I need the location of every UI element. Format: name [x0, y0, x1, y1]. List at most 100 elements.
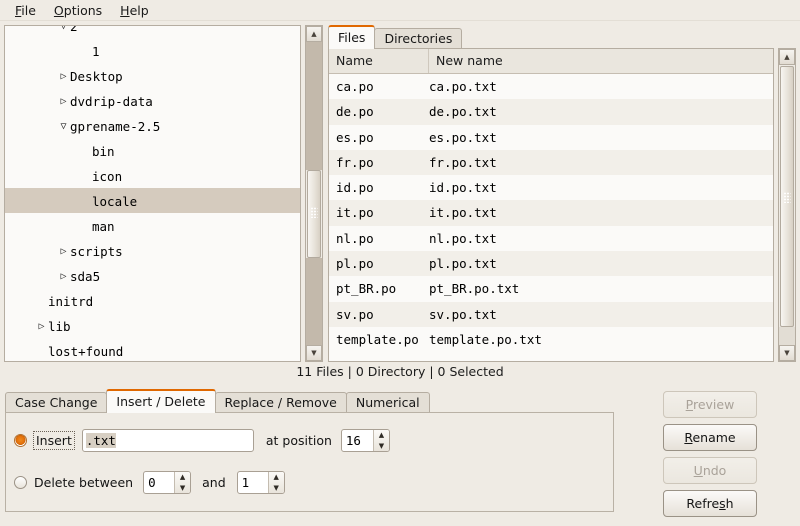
- column-header-name[interactable]: Name: [329, 49, 429, 73]
- insert-row: Insert .txt at position 16 ▲ ▼: [14, 429, 390, 452]
- cell-name: fr.po: [329, 150, 429, 175]
- tree-item-initrd[interactable]: initrd: [5, 288, 300, 313]
- table-row[interactable]: pl.popl.po.txt: [329, 251, 773, 276]
- delete-from-spinner[interactable]: 0 ▲ ▼: [143, 471, 191, 494]
- scrollbar-track-lower[interactable]: [306, 258, 322, 345]
- table-row[interactable]: id.poid.po.txt: [329, 175, 773, 200]
- table-row[interactable]: de.pode.po.txt: [329, 99, 773, 124]
- spinner-up-arrow-icon[interactable]: ▲: [374, 430, 389, 441]
- column-header-new-name[interactable]: New name: [429, 49, 773, 73]
- table-row[interactable]: nl.ponl.po.txt: [329, 226, 773, 251]
- table-row[interactable]: sv.posv.po.txt: [329, 302, 773, 327]
- tree-item-icon[interactable]: icon: [5, 163, 300, 188]
- cell-new-name: it.po.txt: [429, 200, 773, 225]
- rename-button[interactable]: Rename: [663, 424, 757, 451]
- table-row[interactable]: pt_BR.popt_BR.po.txt: [329, 276, 773, 301]
- table-row[interactable]: it.poit.po.txt: [329, 200, 773, 225]
- scrollbar-thumb[interactable]: [307, 170, 321, 258]
- delete-to-spinner[interactable]: 1 ▲ ▼: [237, 471, 285, 494]
- insert-text-input[interactable]: .txt: [82, 429, 254, 452]
- triangle-right-icon[interactable]: ▷: [57, 64, 70, 89]
- position-spinner[interactable]: 16 ▲ ▼: [341, 429, 390, 452]
- delete-from-value[interactable]: 0: [144, 472, 174, 493]
- spinner-down-arrow-icon[interactable]: ▼: [374, 441, 389, 452]
- triangle-down-icon[interactable]: ▽: [57, 25, 70, 39]
- tree-item-label: Desktop: [70, 69, 123, 84]
- table-row[interactable]: template.potemplate.po.txt: [329, 327, 773, 352]
- position-spinner-value[interactable]: 16: [342, 430, 373, 451]
- tab-replace-remove[interactable]: Replace / Remove: [215, 392, 347, 413]
- tab-case-change[interactable]: Case Change: [5, 392, 107, 413]
- tree-item-lib[interactable]: ▷lib: [5, 313, 300, 338]
- tree-item-label: 2: [70, 25, 78, 34]
- delete-row: Delete between 0 ▲ ▼ and 1 ▲ ▼: [14, 471, 285, 494]
- insert-delete-form: Insert .txt at position 16 ▲ ▼ Delete be…: [5, 412, 614, 512]
- triangle-right-icon[interactable]: ▷: [35, 314, 48, 339]
- triangle-right-icon[interactable]: ▷: [57, 89, 70, 114]
- tree-item-dvdrip-data[interactable]: ▷dvdrip-data: [5, 88, 300, 113]
- insert-radio[interactable]: [14, 434, 27, 447]
- delete-from-spinner-buttons[interactable]: ▲ ▼: [174, 472, 190, 493]
- delete-radio[interactable]: [14, 476, 27, 489]
- spinner-up-arrow-icon[interactable]: ▲: [269, 472, 284, 483]
- tree-item-scripts[interactable]: ▷scripts: [5, 238, 300, 263]
- directory-tree-scrollbar[interactable]: ▲ ▼: [305, 25, 323, 362]
- tree-item-label: scripts: [70, 244, 123, 259]
- scrollbar-track-lower[interactable]: [779, 327, 795, 345]
- delete-to-value[interactable]: 1: [238, 472, 268, 493]
- scrollbar-thumb[interactable]: [780, 66, 794, 327]
- tree-item-label: lost+found: [48, 344, 123, 359]
- tree-item-gprename-2-5[interactable]: ▽gprename-2.5: [5, 113, 300, 138]
- menu-bar: File Options Help: [0, 0, 800, 21]
- spinner-down-arrow-icon[interactable]: ▼: [269, 483, 284, 494]
- at-position-label: at position: [266, 433, 332, 448]
- table-row[interactable]: es.poes.po.txt: [329, 125, 773, 150]
- cell-name: pl.po: [329, 251, 429, 276]
- delete-radio-label[interactable]: Delete between: [34, 475, 133, 490]
- spinner-up-arrow-icon[interactable]: ▲: [175, 472, 190, 483]
- tab-insert-delete[interactable]: Insert / Delete: [106, 389, 215, 413]
- tree-item-locale[interactable]: locale: [5, 188, 300, 213]
- file-list-scrollbar[interactable]: ▲ ▼: [778, 48, 796, 362]
- tree-item-label: icon: [92, 169, 122, 184]
- file-list[interactable]: Name New name ca.poca.po.txtde.pode.po.t…: [328, 48, 774, 362]
- menu-item-options[interactable]: Options: [45, 1, 111, 20]
- menu-item-help[interactable]: Help: [111, 1, 158, 20]
- triangle-right-icon[interactable]: ▷: [57, 239, 70, 264]
- scroll-down-arrow-icon[interactable]: ▼: [306, 345, 322, 361]
- menu-item-file[interactable]: File: [6, 1, 45, 20]
- undo-button: Undo: [663, 457, 757, 484]
- scroll-up-arrow-icon[interactable]: ▲: [779, 49, 795, 65]
- tree-item-sda5[interactable]: ▷sda5: [5, 263, 300, 288]
- tree-item-man[interactable]: man: [5, 213, 300, 238]
- tree-item-label: initrd: [48, 294, 93, 309]
- tree-item-bin[interactable]: bin: [5, 138, 300, 163]
- directory-tree-pane: ▽21▷Desktop▷dvdrip-data▽gprename-2.5bini…: [4, 25, 323, 362]
- scroll-up-arrow-icon[interactable]: ▲: [306, 26, 322, 42]
- tree-item-label: lib: [48, 319, 71, 334]
- tab-directories[interactable]: Directories: [374, 28, 462, 49]
- scroll-down-arrow-icon[interactable]: ▼: [779, 345, 795, 361]
- position-spinner-buttons[interactable]: ▲ ▼: [373, 430, 389, 451]
- scrollbar-track-upper[interactable]: [306, 42, 322, 170]
- tree-item-1[interactable]: 1: [5, 38, 300, 63]
- delete-to-spinner-buttons[interactable]: ▲ ▼: [268, 472, 284, 493]
- table-row[interactable]: ca.poca.po.txt: [329, 74, 773, 99]
- directory-tree[interactable]: ▽21▷Desktop▷dvdrip-data▽gprename-2.5bini…: [4, 25, 301, 362]
- triangle-right-icon[interactable]: ▷: [57, 264, 70, 289]
- tree-item-desktop[interactable]: ▷Desktop: [5, 63, 300, 88]
- tab-files[interactable]: Files: [328, 25, 375, 49]
- tree-item-2[interactable]: ▽2: [5, 25, 300, 38]
- spinner-down-arrow-icon[interactable]: ▼: [175, 483, 190, 494]
- tree-item-label: 1: [92, 44, 100, 59]
- triangle-down-icon[interactable]: ▽: [57, 114, 70, 139]
- insert-radio-label[interactable]: Insert: [34, 432, 74, 449]
- tree-item-lost-found[interactable]: lost+found: [5, 338, 300, 362]
- cell-name: es.po: [329, 125, 429, 150]
- table-row[interactable]: fr.pofr.po.txt: [329, 150, 773, 175]
- action-button-column: PreviewRenameUndoRefresh: [663, 391, 759, 523]
- operation-tabs: Case ChangeInsert / DeleteReplace / Remo…: [5, 389, 429, 413]
- refresh-button[interactable]: Refresh: [663, 490, 757, 517]
- insert-text-value: .txt: [86, 433, 116, 448]
- tab-numerical[interactable]: Numerical: [346, 392, 430, 413]
